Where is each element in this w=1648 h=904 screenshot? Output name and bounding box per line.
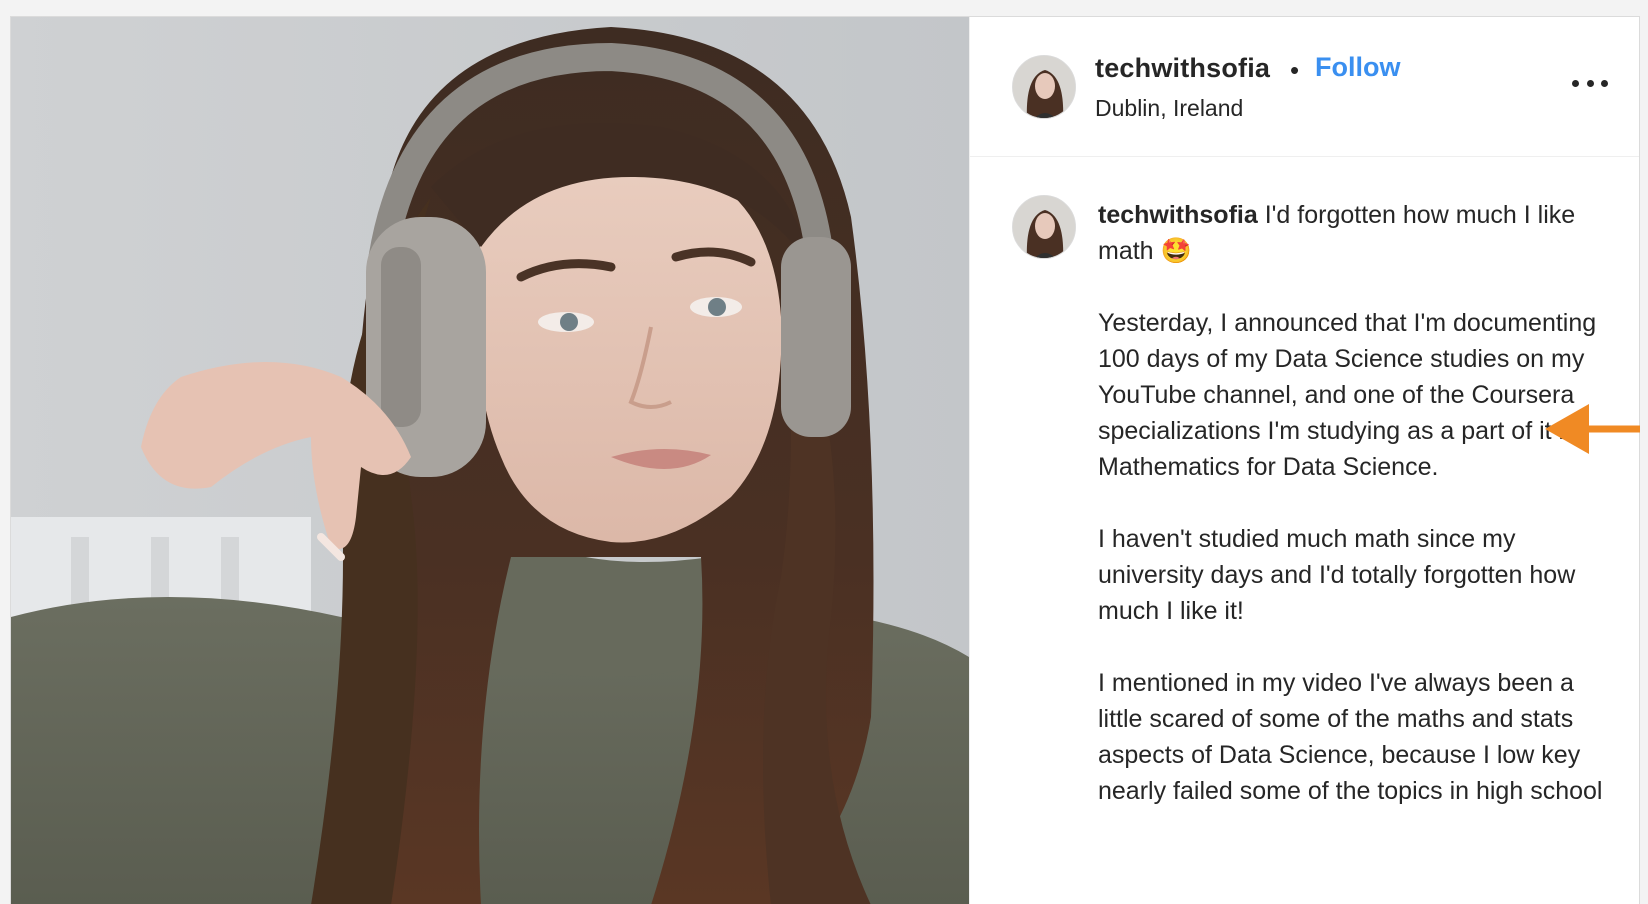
caption-paragraph: I mentioned in my video I've always been… bbox=[1098, 669, 1603, 805]
author-avatar[interactable] bbox=[1012, 55, 1076, 119]
caption-paragraph: I haven't studied much math since my uni… bbox=[1098, 525, 1576, 625]
caption-comment: techwithsofia I'd forgotten how much I l… bbox=[970, 157, 1639, 897]
post-header: techwithsofia • Follow Dublin, Ireland bbox=[970, 17, 1639, 157]
post-window: techwithsofia • Follow Dublin, Ireland t… bbox=[10, 16, 1640, 904]
post-details-panel: techwithsofia • Follow Dublin, Ireland t… bbox=[969, 17, 1639, 904]
post-image[interactable] bbox=[11, 17, 969, 904]
caption-author-avatar[interactable] bbox=[1012, 195, 1076, 259]
follow-button[interactable]: Follow bbox=[1315, 52, 1400, 83]
caption-text: techwithsofia I'd forgotten how much I l… bbox=[1098, 197, 1608, 809]
post-location[interactable]: Dublin, Ireland bbox=[1095, 95, 1243, 122]
portrait-photo bbox=[11, 17, 969, 904]
more-options-icon[interactable] bbox=[1572, 73, 1608, 93]
annotation-arrow-icon bbox=[1545, 404, 1640, 454]
caption-paragraph: Yesterday, I announced that I'm document… bbox=[1098, 309, 1597, 481]
author-username[interactable]: techwithsofia bbox=[1095, 53, 1270, 84]
separator-dot: • bbox=[1290, 55, 1300, 85]
caption-username[interactable]: techwithsofia bbox=[1098, 201, 1258, 229]
